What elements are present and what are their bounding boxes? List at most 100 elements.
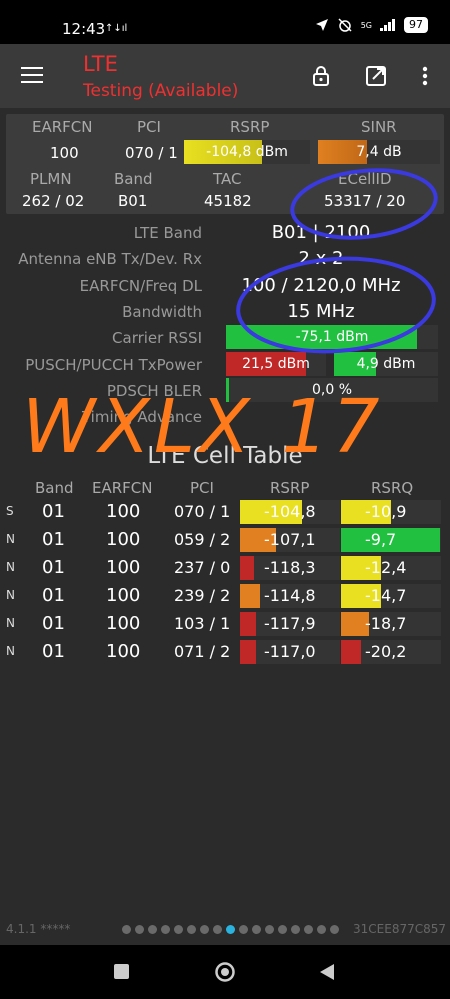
header-band: Band bbox=[114, 170, 153, 188]
page-dot[interactable] bbox=[304, 925, 313, 934]
page-dot[interactable] bbox=[278, 925, 287, 934]
page-dot[interactable] bbox=[148, 925, 157, 934]
battery-level: 97 bbox=[404, 17, 428, 33]
back-button[interactable] bbox=[318, 963, 336, 981]
page-dot[interactable] bbox=[213, 925, 222, 934]
more-vert-icon[interactable] bbox=[413, 64, 437, 88]
row-rsrq-value: -10,9 bbox=[365, 502, 407, 521]
row-earfcn: 100 bbox=[106, 641, 141, 662]
header-ecellid: ECellID bbox=[338, 170, 392, 188]
menu-icon[interactable] bbox=[21, 67, 43, 85]
network-type: 5G bbox=[360, 20, 372, 30]
page-dot[interactable] bbox=[161, 925, 170, 934]
timing-advance-label: Timing Advance bbox=[81, 408, 202, 426]
row-pci: 239 / 2 bbox=[174, 586, 231, 605]
row-rsrq-bar: -12,4 bbox=[341, 556, 441, 580]
row-band: 01 bbox=[42, 557, 65, 578]
open-external-icon[interactable] bbox=[364, 64, 388, 88]
header-plmn: PLMN bbox=[30, 170, 72, 188]
header-tac: TAC bbox=[213, 170, 242, 188]
sinr-value: 7,4 dB bbox=[356, 144, 402, 160]
rsrp-bar: -104,8 dBm bbox=[184, 140, 310, 164]
txpower-label: PUSCH/PUCCH TxPower bbox=[25, 356, 202, 374]
row-band: 01 bbox=[42, 501, 65, 522]
row-rsrq-value: -14,7 bbox=[365, 586, 407, 605]
page-dot[interactable] bbox=[122, 925, 131, 934]
tac-value: 45182 bbox=[204, 192, 252, 210]
row-earfcn: 100 bbox=[106, 557, 141, 578]
page-dot[interactable] bbox=[200, 925, 209, 934]
row-rsrp-bar: -107,1 bbox=[240, 528, 340, 552]
row-pci: 059 / 2 bbox=[174, 530, 231, 549]
home-button[interactable] bbox=[214, 961, 236, 983]
row-band: 01 bbox=[42, 585, 65, 606]
row-rsrq-bar: -10,9 bbox=[341, 500, 441, 524]
row-rsrp-fill bbox=[240, 640, 256, 664]
row-earfcn: 100 bbox=[106, 613, 141, 634]
row-rsrp-value: -118,3 bbox=[264, 558, 316, 577]
lte-band-label: LTE Band bbox=[133, 224, 202, 242]
page-dot[interactable] bbox=[291, 925, 300, 934]
app-toolbar: LTE Testing (Available) bbox=[0, 44, 450, 108]
page-dot[interactable] bbox=[317, 925, 326, 934]
serving-cell-panel: EARFCN PCI RSRP SINR 100 070 / 1 -104,8 … bbox=[6, 114, 444, 214]
rssi-value: -75,1 dBm bbox=[295, 329, 369, 345]
pucch-bar: 4,9 dBm bbox=[334, 352, 438, 376]
row-band: 01 bbox=[42, 641, 65, 662]
rsrp-value: -104,8 dBm bbox=[206, 144, 288, 160]
table-row: N 01 100 237 / 0 -118,3 -12,4 bbox=[0, 554, 450, 582]
navigation-icon bbox=[315, 19, 328, 31]
row-pci: 071 / 2 bbox=[174, 642, 231, 661]
status-bar: 12:43 ↑↓ıl 5G 97 bbox=[0, 0, 450, 44]
page-dot[interactable] bbox=[252, 925, 261, 934]
recent-apps-button[interactable] bbox=[114, 964, 129, 979]
col-pci: PCI bbox=[190, 479, 214, 497]
row-rsrp-value: -114,8 bbox=[264, 586, 316, 605]
rssi-label: Carrier RSSI bbox=[112, 329, 202, 347]
earfcn-freq-value: 100 / 2120,0 MHz bbox=[241, 275, 401, 296]
cell-table-title: LTE Cell Table bbox=[147, 443, 303, 469]
page-title: LTE bbox=[83, 52, 118, 76]
header-earfcn: EARFCN bbox=[32, 118, 93, 136]
col-earfcn: EARFCN bbox=[92, 479, 153, 497]
row-rsrp-value: -107,1 bbox=[264, 530, 316, 549]
row-pci: 103 / 1 bbox=[174, 614, 231, 633]
pci-value: 070 / 1 bbox=[125, 144, 178, 162]
row-rsrq-value: -18,7 bbox=[365, 614, 407, 633]
band-value: B01 bbox=[118, 192, 148, 210]
row-rsrp-fill bbox=[240, 612, 256, 636]
page-dot[interactable] bbox=[174, 925, 183, 934]
row-rsrq-bar: -14,7 bbox=[341, 584, 441, 608]
ecellid-value: 53317 / 20 bbox=[324, 192, 406, 210]
page-subtitle: Testing (Available) bbox=[83, 81, 239, 101]
row-rsrq-bar: -20,2 bbox=[341, 640, 441, 664]
earfcn-freq-label: EARFCN/Freq DL bbox=[79, 277, 202, 295]
row-earfcn: 100 bbox=[106, 529, 141, 550]
row-rsrp-value: -117,0 bbox=[264, 642, 316, 661]
row-earfcn: 100 bbox=[106, 585, 141, 606]
bandwidth-label: Bandwidth bbox=[122, 303, 202, 321]
signal-tag: ↑↓ıl bbox=[105, 23, 128, 34]
page-dot-active[interactable] bbox=[226, 925, 235, 934]
system-nav-bar bbox=[0, 945, 450, 999]
page-dot[interactable] bbox=[239, 925, 248, 934]
page-dot[interactable] bbox=[330, 925, 339, 934]
row-rsrp-bar: -117,9 bbox=[240, 612, 340, 636]
page-indicator[interactable] bbox=[122, 925, 339, 934]
page-dot[interactable] bbox=[187, 925, 196, 934]
row-type: N bbox=[6, 560, 15, 574]
page-dot[interactable] bbox=[135, 925, 144, 934]
earfcn-value: 100 bbox=[50, 144, 79, 162]
signal-strength-icon bbox=[380, 19, 395, 31]
row-rsrq-fill bbox=[341, 640, 361, 664]
header-sinr: SINR bbox=[361, 118, 397, 136]
header-pci: PCI bbox=[137, 118, 161, 136]
pucch-value: 4,9 dBm bbox=[356, 356, 416, 372]
lock-icon[interactable] bbox=[309, 64, 333, 88]
plmn-value: 262 / 02 bbox=[22, 192, 85, 210]
page-dot[interactable] bbox=[265, 925, 274, 934]
row-band: 01 bbox=[42, 529, 65, 550]
table-row: N 01 100 059 / 2 -107,1 -9,7 bbox=[0, 526, 450, 554]
row-rsrq-value: -20,2 bbox=[365, 642, 407, 661]
row-rsrp-bar: -118,3 bbox=[240, 556, 340, 580]
